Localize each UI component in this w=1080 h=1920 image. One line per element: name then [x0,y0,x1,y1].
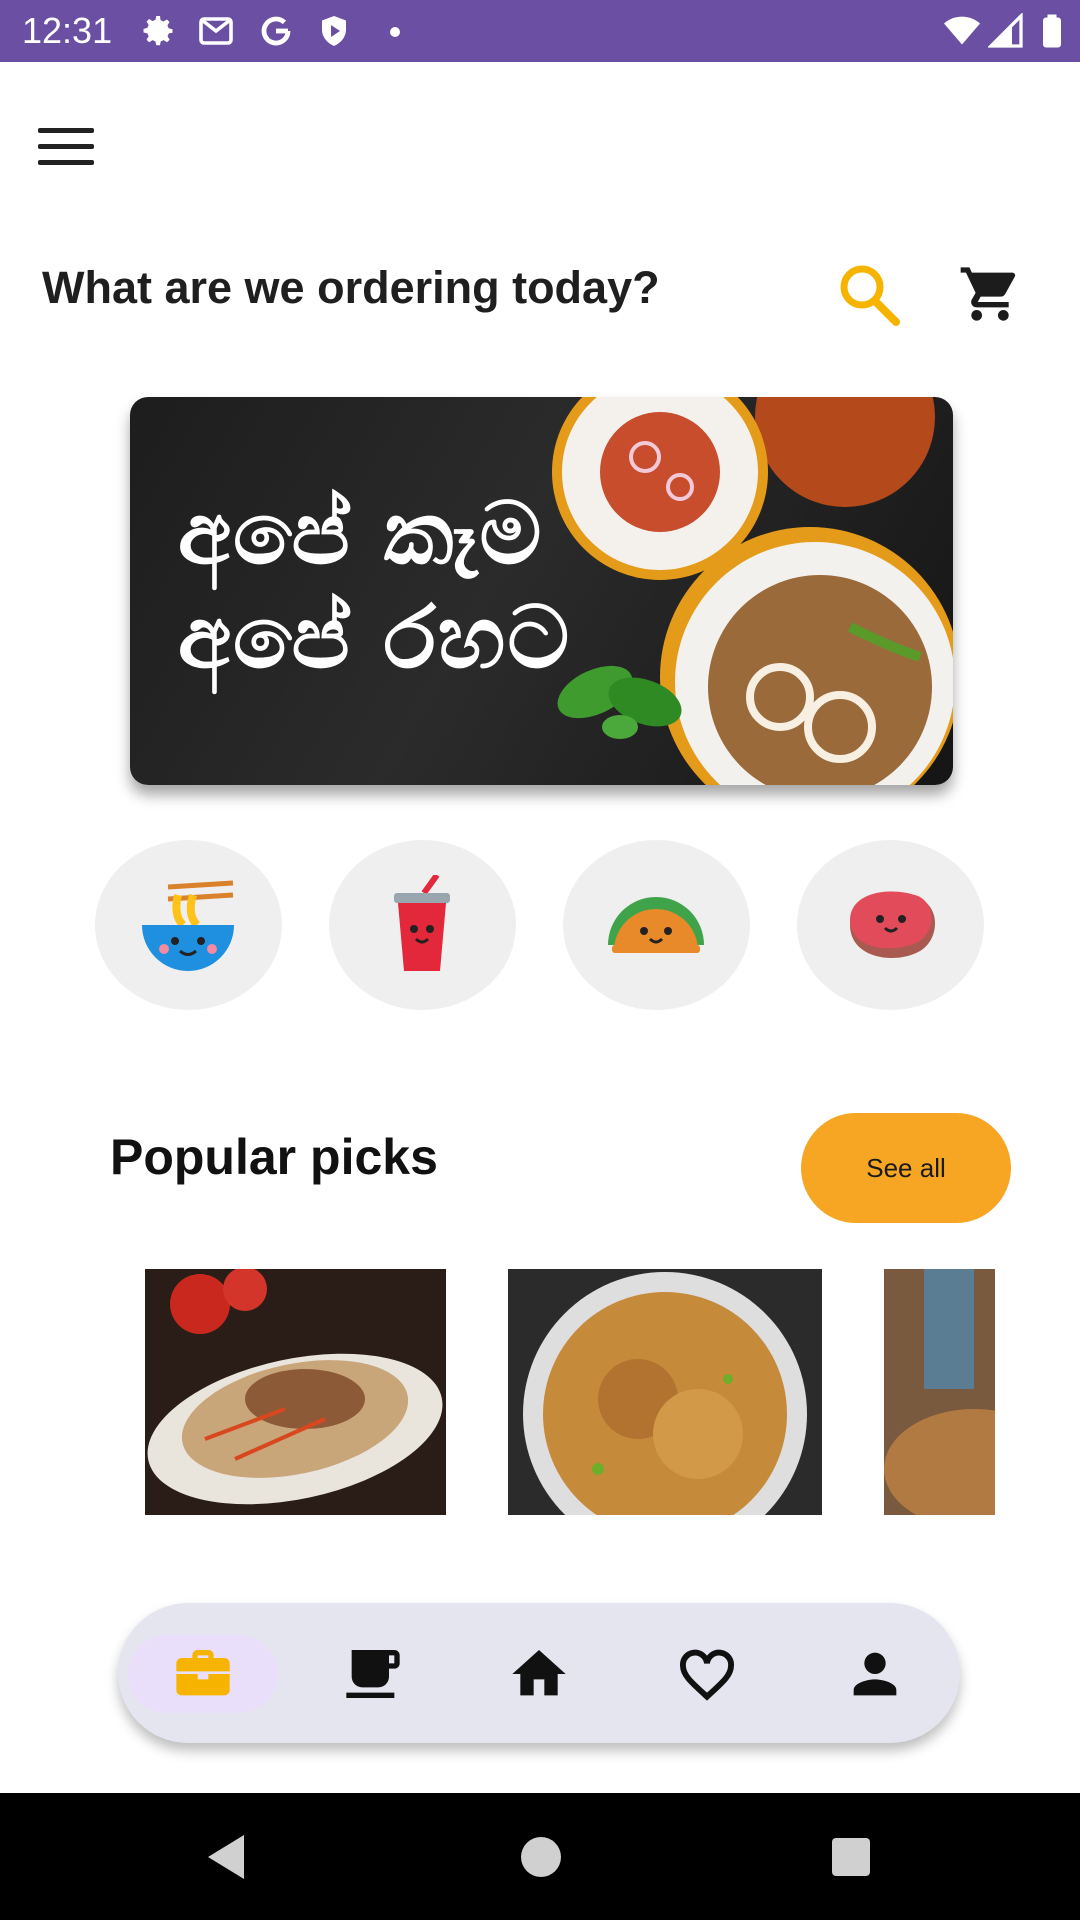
nav-favorites[interactable] [632,1635,782,1713]
gmail-icon [199,17,233,45]
home-icon [512,1650,566,1696]
food-image-kottu [508,1269,822,1515]
popular-item-2[interactable] [508,1269,822,1515]
person-icon [853,1652,897,1696]
drink-cup-icon [394,875,450,971]
play-protect-icon [322,16,346,46]
briefcase-icon [176,1650,230,1696]
promo-banner[interactable]: අපේ කෑම අපේ රහට [130,397,953,785]
page-title: What are we ordering today? [42,262,660,313]
food-image-rice [145,1269,446,1515]
popular-item-3[interactable] [884,1269,995,1515]
system-nav-bar [0,1793,1080,1920]
banner-line-1: අපේ කෑම [178,484,544,584]
nav-briefcase[interactable] [128,1635,278,1713]
signal-icon [988,13,1023,48]
see-all-button[interactable]: See all [801,1113,1011,1223]
food-image-partial [884,1269,995,1515]
wifi-icon [944,16,980,45]
category-noodles[interactable] [95,840,282,1010]
basil-leaves-image [557,665,682,739]
category-meat[interactable] [797,840,984,1010]
steak-icon [850,891,935,959]
back-icon[interactable] [204,1833,248,1881]
dot-icon [390,27,400,37]
popular-item-1[interactable] [145,1269,446,1515]
heart-icon [680,1649,734,1701]
cart-icon[interactable] [958,262,1022,326]
taco-icon [608,897,704,953]
coffee-icon [346,1650,400,1698]
banner-text: අපේ කෑම අපේ රහට [178,482,571,690]
menu-icon[interactable] [38,128,94,170]
home-circle-icon[interactable] [521,1837,561,1877]
recents-icon[interactable] [832,1838,870,1876]
category-drinks[interactable] [329,840,516,1010]
search-icon[interactable] [834,260,904,330]
battery-icon [1043,14,1061,48]
google-icon [261,16,291,46]
status-bar: 12:31 [0,0,1080,62]
bottom-nav [118,1603,960,1743]
status-time: 12:31 [22,10,113,51]
nav-profile[interactable] [800,1635,950,1713]
nav-coffee[interactable] [298,1635,448,1713]
noodles-bowl-icon [142,880,234,971]
category-tacos[interactable] [563,840,750,1010]
banner-line-2: අපේ රහට [178,588,572,688]
settings-icon [143,16,173,46]
nav-home[interactable] [464,1635,614,1713]
section-title: Popular picks [110,1129,438,1185]
